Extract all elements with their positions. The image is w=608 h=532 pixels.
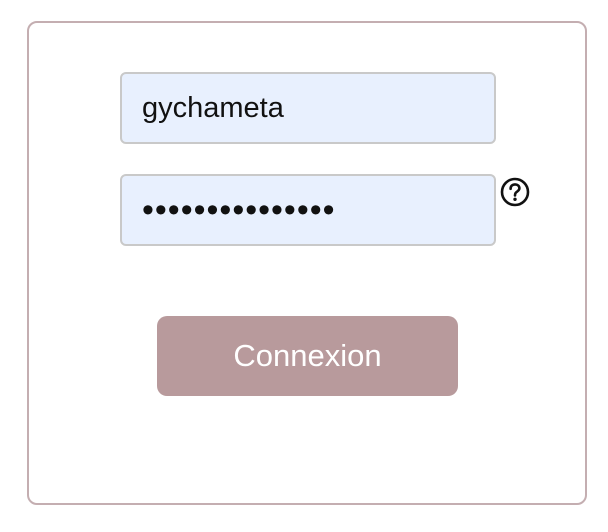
username-field[interactable] [120, 72, 496, 144]
password-field[interactable] [120, 174, 496, 246]
connexion-button[interactable]: Connexion [157, 316, 458, 396]
question-circle-icon[interactable] [499, 176, 531, 208]
